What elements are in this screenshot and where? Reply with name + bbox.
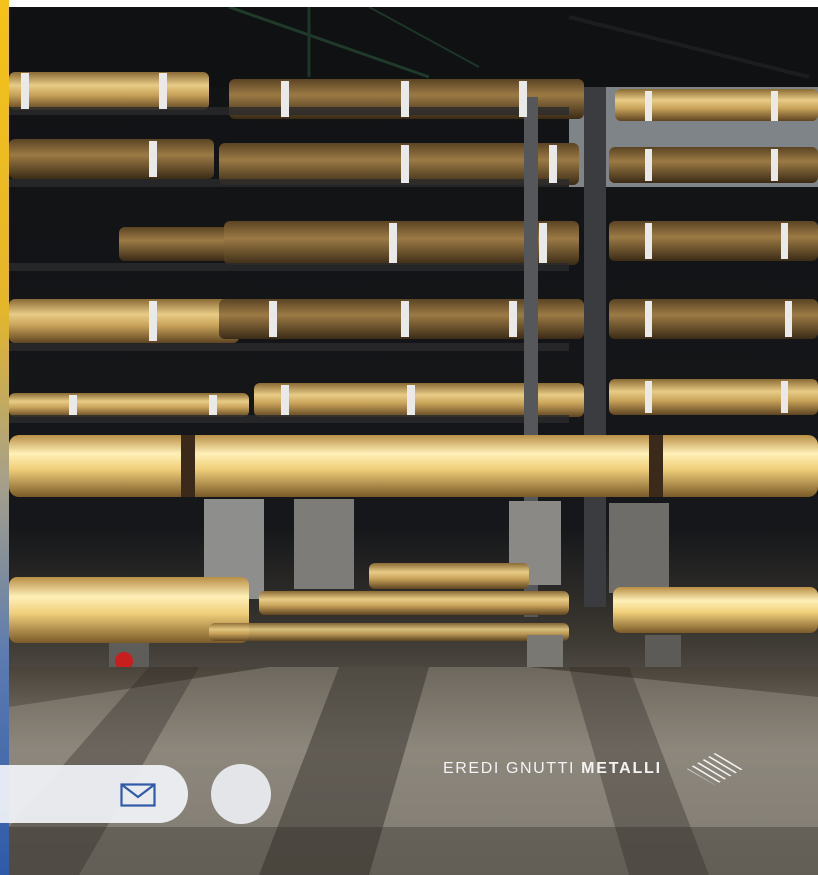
brand-wordmark: EREDI GNUTTI METALLI	[443, 760, 662, 778]
main-rod-bundle	[9, 435, 818, 497]
brand-name-bold: METALLI	[581, 760, 662, 777]
email-contact-button[interactable]	[0, 765, 188, 823]
round-action-button[interactable]	[211, 764, 271, 824]
lower-rack	[9, 499, 818, 687]
left-accent-bar	[0, 0, 9, 875]
envelope-icon	[120, 783, 156, 807]
brand-name-light: EREDI GNUTTI	[443, 760, 576, 777]
warehouse-illustration	[9, 7, 818, 875]
hero-warehouse-image	[9, 7, 818, 875]
diagonal-stripes-diamond-logo-icon	[686, 753, 743, 785]
brand-logo: EREDI GNUTTI METALLI	[443, 752, 744, 786]
page-frame: EREDI GNUTTI METALLI	[0, 0, 818, 875]
